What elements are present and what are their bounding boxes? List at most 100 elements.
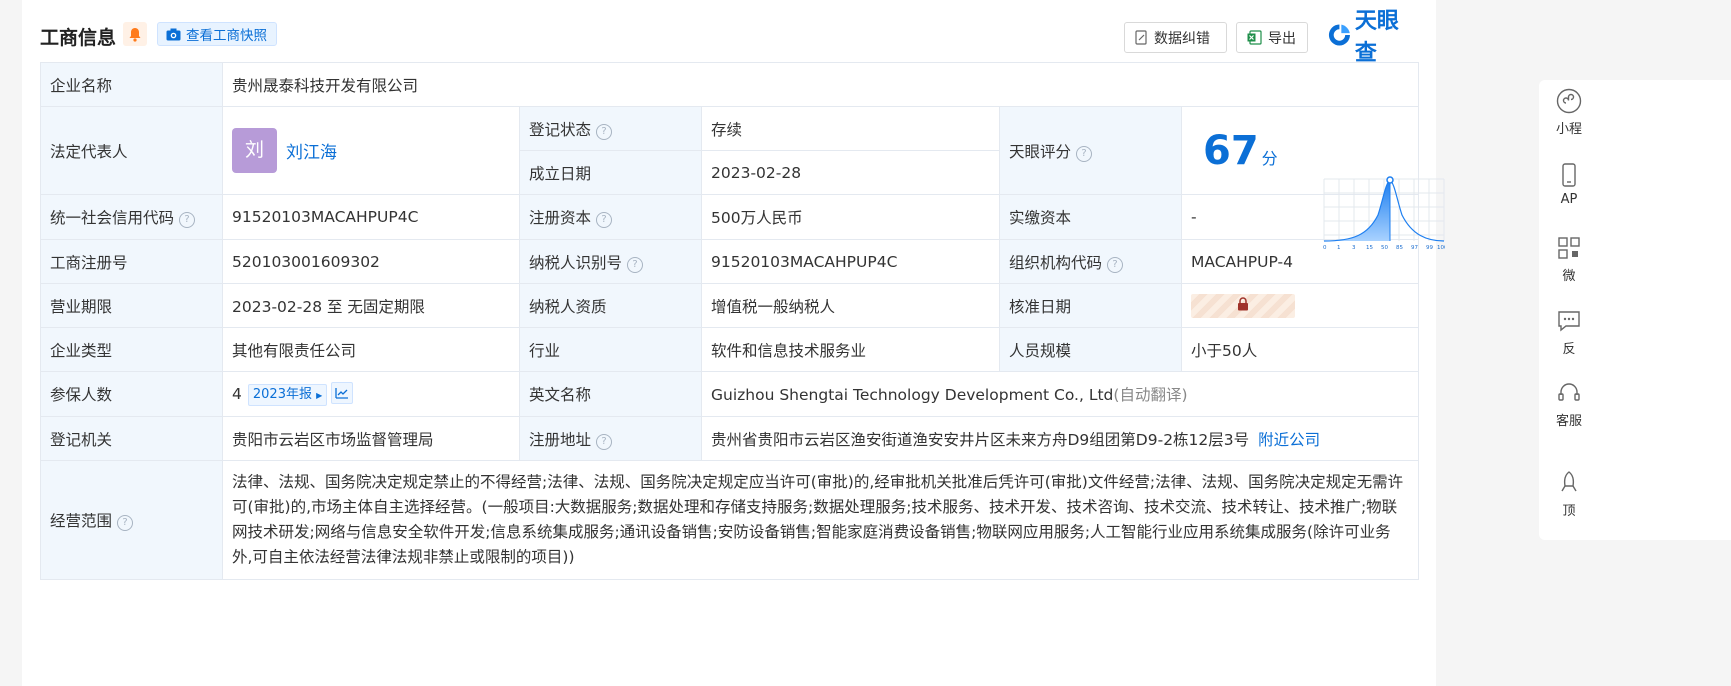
data-correction-label: 数据纠错: [1154, 30, 1210, 47]
table-row: 经营范围? 法律、法规、国务院决定规定禁止的不得经营;法律、法规、国务院决定规定…: [40, 460, 1420, 580]
reg-address-label: 注册地址: [529, 430, 592, 449]
reg-status-label: 登记状态: [529, 120, 592, 139]
sidebar-item-wechat[interactable]: 微: [1539, 235, 1599, 284]
help-icon[interactable]: ?: [596, 123, 613, 140]
legal-rep-name-link[interactable]: 刘江海: [286, 143, 337, 163]
business-info-table: 企业名称 贵州晟泰科技开发有限公司 法定代表人 刘刘江海 登记状态? 存续 天眼…: [40, 62, 1445, 580]
caret-right-icon: ▶: [316, 391, 323, 400]
help-icon[interactable]: ?: [117, 515, 134, 531]
english-name-cell: Guizhou Shengtai Technology Development …: [700, 371, 1420, 417]
reg-number-label: 工商注册号: [40, 239, 223, 284]
taxpayer-id-label: 纳税人识别号: [529, 253, 623, 272]
insured-cell: 4 2023年报 ▶: [222, 371, 520, 417]
qrcode-icon: [1558, 237, 1580, 259]
table-row: 登记机关 贵阳市云岩区市场监督管理局 注册地址? 贵州省贵阳市云岩区渔安街道渔安…: [40, 416, 1420, 461]
credit-code-label-cell: 统一社会信用代码?: [40, 194, 223, 240]
reg-number-value: 520103001609302: [222, 239, 520, 284]
reg-capital-label-cell: 注册资本?: [519, 194, 702, 240]
locked-value[interactable]: [1191, 293, 1295, 318]
tianyan-score-cell[interactable]: 67 分 0 1 3 15 50 85 97 99 10: [1180, 106, 1445, 251]
view-snapshot-label: 查看工商快照: [186, 28, 267, 44]
brand-name: 天眼查: [1354, 9, 1399, 66]
help-icon[interactable]: ?: [179, 212, 196, 228]
bell-icon[interactable]: [123, 22, 147, 46]
view-snapshot-button[interactable]: 查看工商快照: [157, 22, 277, 46]
sidebar-label: 小程: [1555, 122, 1582, 137]
taxpayer-id-value: 91520103MACAHPUP4C: [701, 239, 1000, 284]
sidebar-label: 顶: [1562, 504, 1576, 519]
reg-address-value: 贵州省贵阳市云岩区渔安街道渔安安井片区未来方舟D9组团第D9-2栋12层3号: [711, 430, 1250, 449]
table-row: 参保人数 4 2023年报 ▶ 英文名称 Guizhou Shengtai Tec…: [40, 371, 1420, 417]
table-row: 营业期限 2023-02-28 至 无固定期限 纳税人资质 增值税一般纳税人 核…: [40, 283, 1420, 328]
english-name-label: 英文名称: [519, 371, 702, 417]
right-floating-sidebar: 小程 AP 微 反 客服 顶: [1539, 80, 1731, 540]
camera-icon: [166, 28, 181, 40]
sidebar-item-feedback[interactable]: 反: [1539, 308, 1599, 357]
help-icon[interactable]: ?: [1107, 256, 1124, 273]
industry-label: 行业: [519, 327, 702, 372]
reg-address-label-cell: 注册地址?: [519, 416, 702, 461]
business-term-value: 2023-02-28 至 无固定期限: [222, 283, 520, 328]
score-unit: 分: [1261, 148, 1278, 168]
taxpayer-qual-value: 增值税一般纳税人: [701, 283, 1000, 328]
sidebar-item-app[interactable]: AP: [1539, 162, 1599, 207]
scope-value: 法律、法规、国务院决定规定禁止的不得经营;法律、法规、国务院决定规定应当许可(审…: [221, 460, 1420, 580]
reg-authority-value: 贵阳市云岩区市场监督管理局: [222, 416, 520, 461]
miniprogram-icon: [1556, 88, 1582, 114]
reg-address-cell: 贵州省贵阳市云岩区渔安街道渔安安井片区未来方舟D9组团第D9-2栋12层3号 附…: [700, 416, 1420, 461]
annual-report-button[interactable]: 2023年报 ▶: [247, 384, 328, 406]
sidebar-item-service[interactable]: 客服: [1539, 380, 1599, 429]
reg-capital-label: 注册资本: [529, 209, 592, 227]
industry-value: 软件和信息技术服务业: [701, 327, 1000, 372]
help-icon[interactable]: ?: [627, 256, 644, 273]
reg-status-label-cell: 登记状态?: [519, 106, 702, 151]
help-icon[interactable]: ?: [596, 212, 613, 228]
export-label: 导出: [1268, 30, 1296, 47]
sidebar-label: 微: [1562, 269, 1576, 284]
sidebar-label: AP: [1560, 192, 1578, 207]
sidebar-item-top[interactable]: 顶: [1539, 470, 1599, 519]
company-type-label: 企业类型: [40, 327, 223, 372]
brand-logo: 天眼查: [1327, 9, 1418, 66]
business-term-label: 营业期限: [40, 283, 223, 328]
company-name-label: 企业名称: [40, 62, 223, 107]
table-row: 企业类型 其他有限责任公司 行业 软件和信息技术服务业 人员规模 小于50人: [40, 327, 1420, 372]
table-row: 法定代表人 刘刘江海 登记状态? 存续 天眼评分? 67 分 0 1 3 15 …: [40, 106, 1445, 251]
taxpayer-id-label-cell: 纳税人识别号?: [519, 239, 702, 284]
insured-value: 4: [232, 385, 242, 403]
taxpayer-qual-label: 纳税人资质: [519, 283, 702, 328]
table-row: 工商注册号 520103001609302 纳税人识别号? 91520103MA…: [40, 239, 1420, 284]
org-code-label-cell: 组织机构代码?: [999, 239, 1182, 284]
company-name-value: 贵州晟泰科技开发有限公司: [221, 62, 1420, 107]
legal-rep-cell: 刘刘江海: [222, 106, 520, 195]
reg-capital-value: 500万人民币: [701, 194, 1000, 240]
help-icon[interactable]: ?: [1076, 145, 1093, 162]
approval-date-cell: [1180, 283, 1420, 328]
help-icon[interactable]: ?: [596, 433, 613, 450]
reg-authority-label: 登记机关: [40, 416, 223, 461]
legal-rep-label: 法定代表人: [40, 106, 223, 195]
headset-icon: [1558, 383, 1580, 401]
sidebar-label: 客服: [1555, 414, 1582, 429]
table-row: 企业名称 贵州晟泰科技开发有限公司: [40, 62, 1420, 107]
export-button[interactable]: 导出: [1236, 22, 1308, 53]
approval-date-label: 核准日期: [999, 283, 1182, 328]
section-title: 工商信息: [40, 27, 117, 49]
staff-size-label: 人员规模: [999, 327, 1182, 372]
excel-icon: [1247, 30, 1262, 45]
data-correction-button[interactable]: 数据纠错: [1124, 22, 1227, 53]
staff-size-value: 小于50人: [1180, 327, 1420, 372]
tianyan-score-label-cell: 天眼评分?: [999, 106, 1182, 195]
lock-icon: [1237, 296, 1249, 315]
tianyan-score-label: 天眼评分: [1009, 142, 1072, 161]
rocket-icon: [1561, 471, 1577, 492]
sidebar-item-miniprogram[interactable]: 小程: [1539, 88, 1599, 137]
trend-chart-icon[interactable]: [331, 382, 354, 404]
sidebar-label: 反: [1562, 342, 1576, 357]
score-distribution-chart: 0 1 3 15 50 85 97 99 100: [1323, 175, 1445, 251]
paid-capital-label: 实缴资本: [999, 194, 1182, 240]
auto-translate-note: (自动翻译): [1113, 386, 1188, 404]
avatar[interactable]: 刘: [232, 128, 277, 173]
nearby-companies-link[interactable]: 附近公司: [1258, 431, 1320, 449]
found-date-value: 2023-02-28: [701, 150, 1000, 195]
